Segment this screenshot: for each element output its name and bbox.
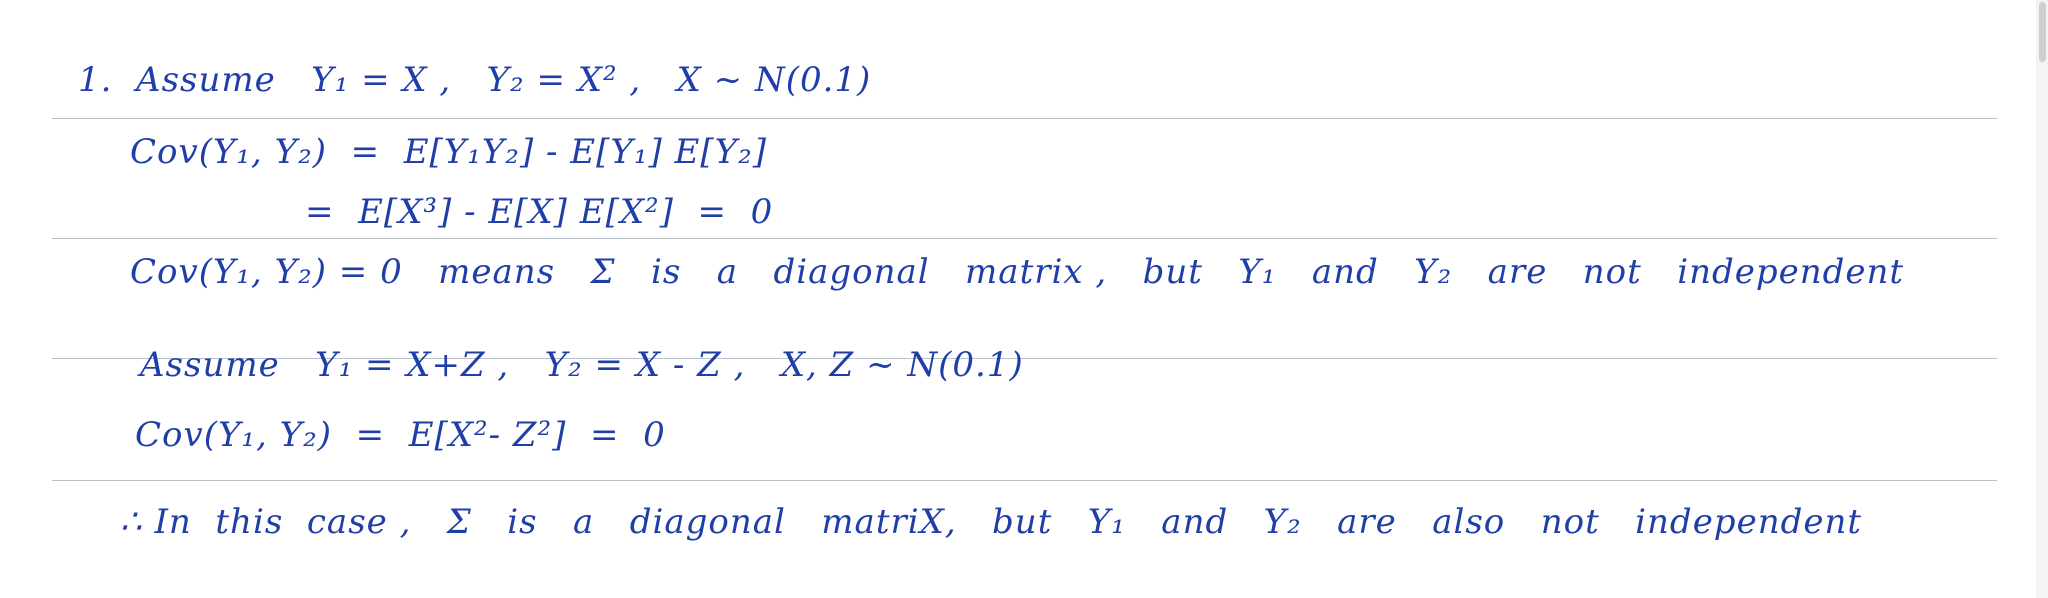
line-4-conclusion: Cov(Y₁, Y₂) = 0 means Σ is a diagonal ma… bbox=[130, 252, 1905, 292]
line-5-assumption: Assume Y₁ = X+Z , Y₂ = X - Z , X, Z ~ N(… bbox=[140, 345, 1024, 385]
line-3-covariance-continued: = E[X³] - E[X] E[X²] = 0 bbox=[305, 192, 774, 232]
vertical-scrollbar[interactable] bbox=[2036, 0, 2048, 598]
line-6-covariance: Cov(Y₁, Y₂) = E[X²- Z²] = 0 bbox=[135, 415, 666, 455]
handwritten-note-page: 1. Assume Y₁ = X , Y₂ = X² , X ~ N(0.1) … bbox=[0, 0, 2048, 598]
line-2-covariance: Cov(Y₁, Y₂) = E[Y₁Y₂] - E[Y₁] E[Y₂] bbox=[130, 132, 767, 172]
ruled-line bbox=[52, 238, 1997, 239]
line-1-assumption: 1. Assume Y₁ = X , Y₂ = X² , X ~ N(0.1) bbox=[78, 60, 872, 100]
ruled-line bbox=[52, 118, 1997, 119]
scrollbar-thumb[interactable] bbox=[2039, 2, 2046, 62]
line-7-therefore: ∴ In this case , Σ is a diagonal matriX,… bbox=[120, 502, 1863, 542]
ruled-line bbox=[52, 480, 1997, 481]
